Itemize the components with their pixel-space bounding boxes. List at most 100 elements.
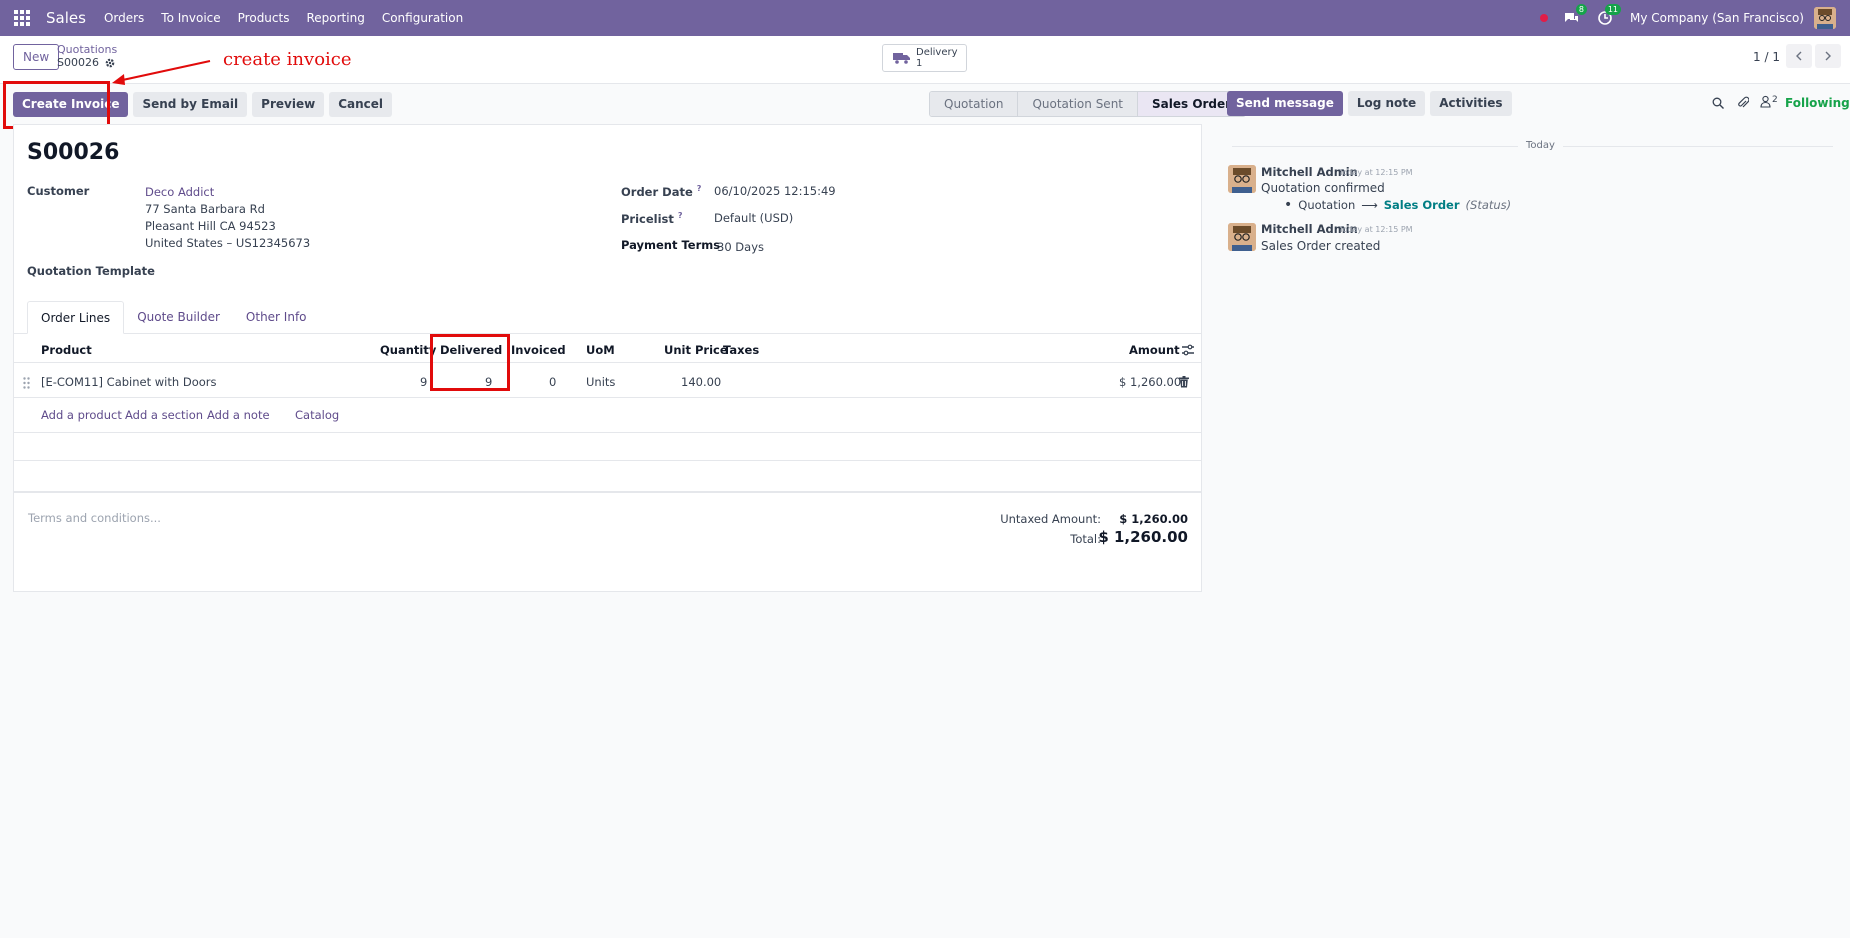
followers-count: 2 — [1772, 95, 1778, 105]
following-toggle[interactable]: Following — [1785, 96, 1850, 110]
search-icon[interactable] — [1712, 97, 1724, 109]
breadcrumb-current: S00026 — [57, 56, 115, 69]
customer-name-link[interactable]: Deco Addict — [145, 185, 214, 199]
top-navbar: Sales Orders To Invoice Products Reporti… — [0, 0, 1850, 36]
add-note-link[interactable]: Add a note — [207, 408, 270, 422]
empty-row-divider-1 — [14, 460, 1201, 461]
recording-dot-icon[interactable] — [1540, 14, 1549, 22]
send-message-button[interactable]: Send message — [1227, 91, 1343, 116]
row-uom[interactable]: Units — [586, 375, 615, 389]
customer-address-line1: 77 Santa Barbara Rd — [145, 202, 265, 216]
trash-icon[interactable] — [1179, 376, 1189, 388]
message-author-avatar[interactable] — [1228, 165, 1256, 193]
messages-icon[interactable]: 8 — [1562, 4, 1588, 27]
breadcrumb-quotations[interactable]: Quotations — [57, 43, 117, 56]
annotation-arrow-icon — [112, 60, 211, 85]
col-amount[interactable]: Amount — [1129, 343, 1180, 357]
message-body: Quotation confirmed — [1261, 181, 1385, 195]
customer-address-line2: Pleasant Hill CA 94523 — [145, 219, 276, 233]
row-invoiced: 0 — [549, 375, 557, 389]
tracking-change: • Quotation ⟶ Sales Order (Status) — [1284, 198, 1512, 213]
order-date-label: Order Date ? — [621, 184, 702, 199]
row-unit-price[interactable]: 140.00 — [681, 375, 721, 389]
delivery-smart-button[interactable]: Delivery 1 — [882, 44, 967, 72]
empty-row-divider-3 — [14, 492, 1201, 493]
pager-next-button[interactable] — [1815, 44, 1841, 68]
tracking-new-value: Sales Order — [1383, 198, 1460, 212]
terms-conditions-field[interactable]: Terms and conditions... — [28, 511, 161, 525]
stage-quotation-sent[interactable]: Quotation Sent — [1018, 92, 1138, 116]
add-lines-divider — [14, 432, 1201, 433]
activities-button[interactable]: Activities — [1430, 91, 1512, 116]
payment-terms-value[interactable]: 30 Days — [717, 240, 764, 254]
form-sheet: S00026 Customer Deco Addict 77 Santa Bar… — [13, 124, 1202, 592]
followers-button[interactable]: 2 — [1760, 95, 1778, 108]
optional-columns-icon[interactable] — [1182, 344, 1194, 356]
col-invoiced[interactable]: Invoiced — [511, 343, 566, 357]
cancel-button[interactable]: Cancel — [329, 92, 392, 117]
paperclip-icon[interactable] — [1737, 96, 1749, 110]
col-unit-price[interactable]: Unit Price — [664, 343, 728, 357]
menu-orders[interactable]: Orders — [104, 11, 144, 25]
catalog-link[interactable]: Catalog — [295, 408, 339, 422]
app-brand[interactable]: Sales — [46, 9, 86, 27]
menu-reporting[interactable]: Reporting — [306, 11, 364, 25]
user-avatar[interactable] — [1814, 7, 1836, 29]
menu-products[interactable]: Products — [238, 11, 290, 25]
preview-button[interactable]: Preview — [252, 92, 325, 117]
tab-order-lines[interactable]: Order Lines — [27, 301, 125, 334]
tracking-field-name: (Status) — [1465, 198, 1512, 212]
messages-badge: 8 — [1575, 4, 1588, 15]
message-time: Today at 12:15 PM — [1339, 168, 1413, 177]
menu-to-invoice[interactable]: To Invoice — [161, 11, 220, 25]
untaxed-amount-value: $ 1,260.00 — [1119, 512, 1188, 526]
apps-grid-icon[interactable] — [14, 10, 30, 26]
message-author-avatar[interactable] — [1228, 223, 1256, 251]
highlight-delivered-column — [430, 334, 510, 391]
date-separator-label: Today — [1518, 140, 1563, 151]
total-value: $ 1,260.00 — [1098, 528, 1188, 546]
pager-previous-button[interactable] — [1786, 44, 1812, 68]
add-product-link[interactable]: Add a product — [41, 408, 122, 422]
truck-icon — [893, 53, 910, 64]
new-button[interactable]: New — [13, 44, 60, 70]
order-date-value[interactable]: 06/10/2025 12:15:49 — [714, 184, 836, 198]
stage-quotation[interactable]: Quotation — [930, 92, 1019, 116]
quotation-template-label: Quotation Template — [27, 264, 155, 278]
row-amount: $ 1,260.00 — [1119, 375, 1182, 389]
untaxed-amount-label: Untaxed Amount: — [1000, 512, 1101, 526]
chatter-actions: Send message Log note Activities — [1227, 91, 1512, 116]
tab-quote-builder[interactable]: Quote Builder — [124, 301, 233, 334]
col-quantity[interactable]: Quantity — [380, 343, 436, 357]
col-product[interactable]: Product — [41, 343, 92, 357]
col-taxes[interactable]: Taxes — [723, 343, 759, 357]
row-divider — [14, 397, 1201, 398]
menu-configuration[interactable]: Configuration — [382, 11, 463, 25]
send-by-email-button[interactable]: Send by Email — [133, 92, 248, 117]
message-time: Today at 12:15 PM — [1339, 225, 1413, 234]
row-product[interactable]: [E-COM11] Cabinet with Doors — [41, 375, 216, 389]
tab-other-info[interactable]: Other Info — [233, 301, 320, 334]
col-uom[interactable]: UoM — [586, 343, 615, 357]
company-switcher[interactable]: My Company (San Francisco) — [1630, 11, 1804, 25]
order-name: S00026 — [27, 140, 120, 165]
annotation-label: create invoice — [223, 49, 352, 70]
add-section-link[interactable]: Add a section — [125, 408, 203, 422]
row-quantity[interactable]: 9 — [420, 375, 427, 389]
customer-label: Customer — [27, 184, 90, 198]
order-date-help-icon[interactable]: ? — [697, 184, 702, 193]
tracking-old-value: Quotation — [1298, 198, 1356, 212]
drag-handle-icon[interactable] — [23, 377, 30, 389]
delivery-label: Delivery — [916, 47, 958, 58]
pager-value[interactable]: 1 / 1 — [1753, 50, 1780, 64]
pricelist-help-icon[interactable]: ? — [678, 211, 683, 220]
status-bar: Quotation Quotation Sent Sales Order — [929, 91, 1247, 117]
activities-clock-icon[interactable]: 11 — [1596, 4, 1622, 27]
message-body: Sales Order created — [1261, 239, 1381, 253]
pricelist-value[interactable]: Default (USD) — [714, 211, 793, 225]
chevron-left-icon — [1796, 51, 1802, 61]
arrow-right-icon: ⟶ — [1361, 198, 1378, 212]
log-note-button[interactable]: Log note — [1347, 91, 1426, 116]
user-icon — [1760, 95, 1771, 108]
pricelist-label: Pricelist ? — [621, 211, 683, 226]
